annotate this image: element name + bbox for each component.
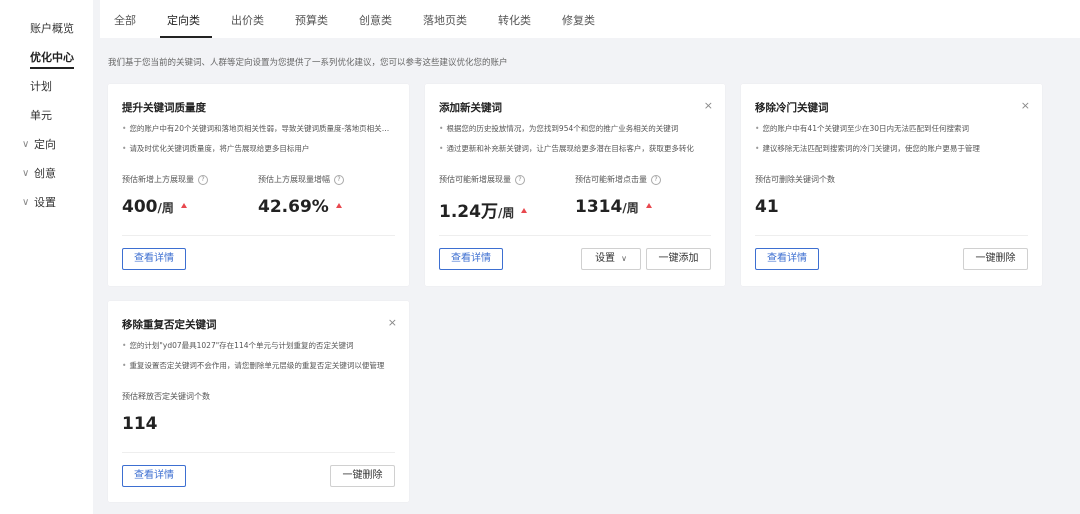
card-bullet: • 请及时优化关键词质量度，将广告展现给更多目标用户 — [122, 144, 310, 153]
sidebar-item-plan[interactable]: 计划 — [30, 80, 52, 94]
settings-dropdown-button[interactable]: 设置 ∨ — [581, 248, 641, 270]
sidebar-item-creative[interactable]: ∨ 创意 — [22, 167, 56, 181]
metric-value: 400/周 — [122, 197, 187, 217]
page-description: 我们基于您当前的关键词、人群等定向设置为您提供了一系列优化建议，您可以参考这些建… — [108, 58, 508, 68]
info-icon[interactable]: ? — [651, 174, 661, 185]
card-bullet: • 您的账户中有41个关键词至少在30日内无法匹配到任何搜索词 — [755, 124, 970, 133]
delete-all-button[interactable]: 一键删除 — [963, 248, 1028, 270]
card-bullet: • 您的账户中有20个关键词和落地页相关性弱，导致关键词质量度-落地页相关性差 — [122, 124, 394, 133]
close-icon[interactable]: × — [388, 316, 397, 329]
metric-value: 42.69% — [258, 197, 342, 217]
info-icon[interactable]: ? — [334, 174, 344, 185]
chevron-down-icon: ∨ — [22, 139, 30, 150]
chevron-down-icon: ∨ — [22, 168, 30, 179]
card-bullet: • 重复设置否定关键词不会作用，请您删除单元层级的重复否定关键词以便管理 — [122, 361, 385, 370]
metric-label: 预估可能新增点击量? — [575, 174, 661, 185]
card-bullet: • 建议移除无法匹配到搜索词的冷门关键词，使您的账户更易于管理 — [755, 144, 980, 153]
card-improve-keyword-quality: 提升关键词质量度 • 您的账户中有20个关键词和落地页相关性弱，导致关键词质量度-… — [108, 84, 409, 286]
card-title: 提升关键词质量度 — [122, 102, 206, 114]
card-title: 移除重复否定关键词 — [122, 319, 217, 331]
up-triangle-icon — [180, 202, 187, 208]
add-all-button[interactable]: 一键添加 — [646, 248, 711, 270]
sidebar-item-optimization-center[interactable]: 优化中心 — [30, 51, 74, 69]
tab-conversion[interactable]: 转化类 — [498, 12, 531, 28]
view-details-button[interactable]: 查看详情 — [439, 248, 503, 270]
card-bullet: • 您的计划"yd07最具1027"存在114个单元与计划重复的否定关键词 — [122, 341, 354, 350]
metric-value: 1314/周 — [575, 197, 652, 217]
view-details-button[interactable]: 查看详情 — [755, 248, 819, 270]
active-tab-indicator — [160, 36, 212, 38]
up-triangle-icon — [335, 202, 342, 208]
chevron-down-icon: ∨ — [621, 254, 627, 263]
chevron-down-icon: ∨ — [22, 197, 30, 208]
delete-all-button[interactable]: 一键删除 — [330, 465, 395, 487]
card-title: 移除冷门关键词 — [755, 102, 829, 114]
card-bullet: • 通过更新和补充新关键词，让广告展现给更多潜在目标客户，获取更多转化 — [439, 144, 694, 153]
divider — [439, 235, 711, 236]
tab-repair[interactable]: 修复类 — [562, 12, 595, 28]
card-add-new-keywords: 添加新关键词 × • 根据您的历史投放情况，为您找到954个和您的推广业务相关的关… — [425, 84, 725, 286]
divider — [755, 235, 1028, 236]
up-triangle-icon — [521, 207, 528, 213]
metric-label: 预估可删除关键词个数 — [755, 175, 835, 184]
divider — [122, 235, 395, 236]
metric-label: 预估新增上方展现量? — [122, 174, 208, 185]
close-icon[interactable]: × — [1021, 99, 1030, 112]
info-icon[interactable]: ? — [198, 174, 208, 185]
card-remove-cold-keywords: 移除冷门关键词 × • 您的账户中有41个关键词至少在30日内无法匹配到任何搜索词… — [741, 84, 1042, 286]
sidebar-item-unit[interactable]: 单元 — [30, 109, 52, 123]
divider — [122, 452, 395, 453]
card-title: 添加新关键词 — [439, 102, 502, 114]
sidebar: 账户概览 优化中心 计划 单元 ∨ 定向 ∨ 创意 ∨ 设置 — [0, 0, 93, 514]
metric-label: 预估释放否定关键词个数 — [122, 392, 210, 401]
metric-value: 114 — [122, 414, 158, 434]
sidebar-item-account-overview[interactable]: 账户概览 — [30, 22, 74, 36]
tab-creative[interactable]: 创意类 — [359, 12, 392, 28]
sidebar-item-targeting[interactable]: ∨ 定向 — [22, 138, 56, 152]
up-triangle-icon — [645, 202, 652, 208]
view-details-button[interactable]: 查看详情 — [122, 465, 186, 487]
sidebar-item-settings[interactable]: ∨ 设置 — [22, 196, 56, 210]
metric-value: 41 — [755, 197, 779, 217]
tab-all[interactable]: 全部 — [114, 12, 136, 28]
tab-bidding[interactable]: 出价类 — [231, 12, 264, 28]
tab-targeting[interactable]: 定向类 — [167, 12, 200, 28]
active-indicator — [30, 67, 74, 69]
card-remove-duplicate-negative-keywords: 移除重复否定关键词 × • 您的计划"yd07最具1027"存在114个单元与计划… — [108, 301, 409, 502]
metric-label: 预估可能新增展现量? — [439, 174, 525, 185]
metric-value: 1.24万/周 — [439, 197, 528, 222]
view-details-button[interactable]: 查看详情 — [122, 248, 186, 270]
card-bullet: • 根据您的历史投放情况，为您找到954个和您的推广业务相关的关键词 — [439, 124, 679, 133]
info-icon[interactable]: ? — [515, 174, 525, 185]
tab-budget[interactable]: 预算类 — [295, 12, 328, 28]
tab-landing-page[interactable]: 落地页类 — [423, 12, 467, 28]
close-icon[interactable]: × — [704, 99, 713, 112]
metric-label: 预估上方展现量增幅? — [258, 174, 344, 185]
